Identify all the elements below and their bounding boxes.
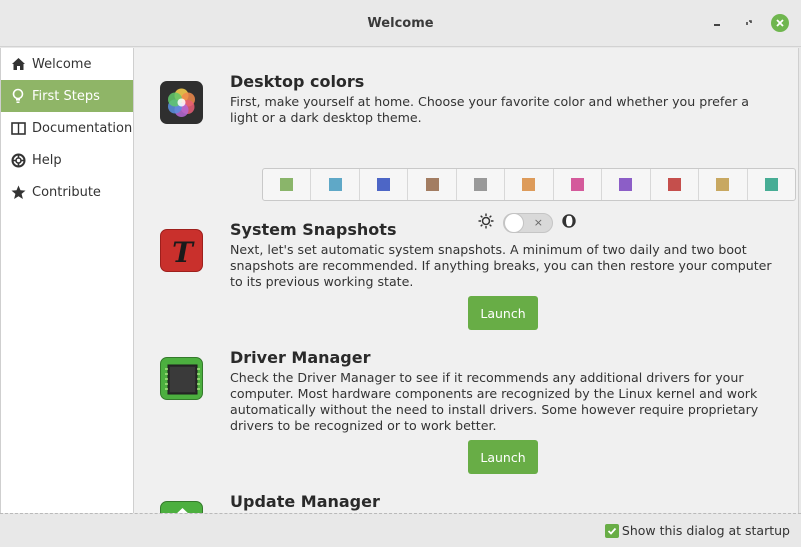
launch-driver-manager-button[interactable]: Launch — [468, 440, 538, 474]
color-swatch[interactable] — [457, 169, 506, 200]
bottom-bar: Show this dialog at startup — [0, 513, 801, 547]
sidebar-item-label: First Steps — [32, 88, 100, 104]
toggle-off-mark: × — [533, 216, 543, 229]
color-swatch[interactable] — [554, 169, 603, 200]
swatch-chip — [667, 178, 681, 191]
window-title: Welcome — [367, 16, 434, 31]
driver-manager-icon — [160, 357, 203, 400]
swatch-chip — [425, 178, 439, 191]
sidebar: Welcome First Steps Documentation Help C… — [0, 48, 134, 513]
close-icon — [776, 19, 784, 27]
star-icon — [10, 184, 26, 200]
color-swatch[interactable] — [651, 169, 700, 200]
color-swatch[interactable] — [505, 169, 554, 200]
sidebar-item-documentation[interactable]: Documentation — [1, 112, 133, 144]
color-swatch-bar — [262, 168, 796, 201]
swatch-chip — [522, 178, 536, 191]
home-icon — [10, 56, 26, 72]
update-manager-icon — [160, 501, 203, 513]
section-title: Update Manager — [230, 492, 380, 511]
swatch-chip — [474, 178, 488, 191]
sun-icon — [478, 213, 494, 233]
color-swatch[interactable] — [263, 169, 312, 200]
sidebar-item-label: Help — [32, 152, 62, 168]
title-bar: Welcome — [0, 0, 801, 47]
color-swatch[interactable] — [311, 169, 360, 200]
swatch-chip — [716, 178, 730, 191]
section-description: First, make yourself at home. Choose you… — [230, 94, 749, 125]
sidebar-item-label: Contribute — [32, 184, 101, 200]
swatch-chip — [328, 178, 342, 191]
section-description: Check the Driver Manager to see if it re… — [230, 370, 759, 433]
dark-mode-toggle[interactable]: × — [503, 213, 553, 233]
main-content: Desktop colors First, make yourself at h… — [134, 48, 799, 513]
section-title: System Snapshots — [230, 220, 397, 239]
sidebar-item-label: Welcome — [32, 56, 92, 72]
maximize-icon — [746, 20, 752, 25]
sidebar-item-first-steps[interactable]: First Steps — [1, 80, 133, 112]
toggle-knob — [504, 213, 524, 233]
section-title: Driver Manager — [230, 348, 371, 367]
lifebuoy-icon — [10, 152, 26, 168]
checkmark-icon — [607, 527, 617, 535]
swatch-chip — [570, 178, 584, 191]
minimize-button[interactable] — [708, 14, 726, 32]
swatch-chip — [377, 178, 391, 191]
book-icon — [10, 120, 26, 136]
theme-toggle-row: × — [478, 213, 576, 233]
moon-icon — [562, 214, 576, 232]
color-swatch[interactable] — [602, 169, 651, 200]
sidebar-item-welcome[interactable]: Welcome — [1, 48, 133, 80]
color-swatch[interactable] — [408, 169, 457, 200]
startup-checkbox-row[interactable]: Show this dialog at startup — [604, 523, 790, 538]
svg-text:T: T — [172, 236, 195, 269]
section-title: Desktop colors — [230, 72, 365, 91]
launch-timeshift-button[interactable]: Launch — [468, 296, 538, 330]
color-swatch[interactable] — [360, 169, 409, 200]
startup-checkbox[interactable] — [604, 523, 619, 538]
color-swatch[interactable] — [699, 169, 748, 200]
swatch-chip — [764, 178, 778, 191]
swatch-chip — [619, 178, 633, 191]
minimize-icon — [714, 24, 720, 26]
sidebar-item-help[interactable]: Help — [1, 144, 133, 176]
swatch-chip — [280, 178, 294, 191]
startup-checkbox-label: Show this dialog at startup — [621, 523, 790, 538]
color-swatch[interactable] — [748, 169, 795, 200]
sidebar-item-label: Documentation — [32, 120, 133, 136]
section-description: Next, let's set automatic system snapsho… — [230, 242, 772, 289]
timeshift-icon: T — [160, 229, 203, 272]
desktop-colors-icon — [160, 81, 203, 124]
close-button[interactable] — [771, 14, 789, 32]
sidebar-item-contribute[interactable]: Contribute — [1, 176, 133, 208]
lightbulb-icon — [10, 88, 26, 104]
maximize-button[interactable] — [740, 14, 758, 32]
